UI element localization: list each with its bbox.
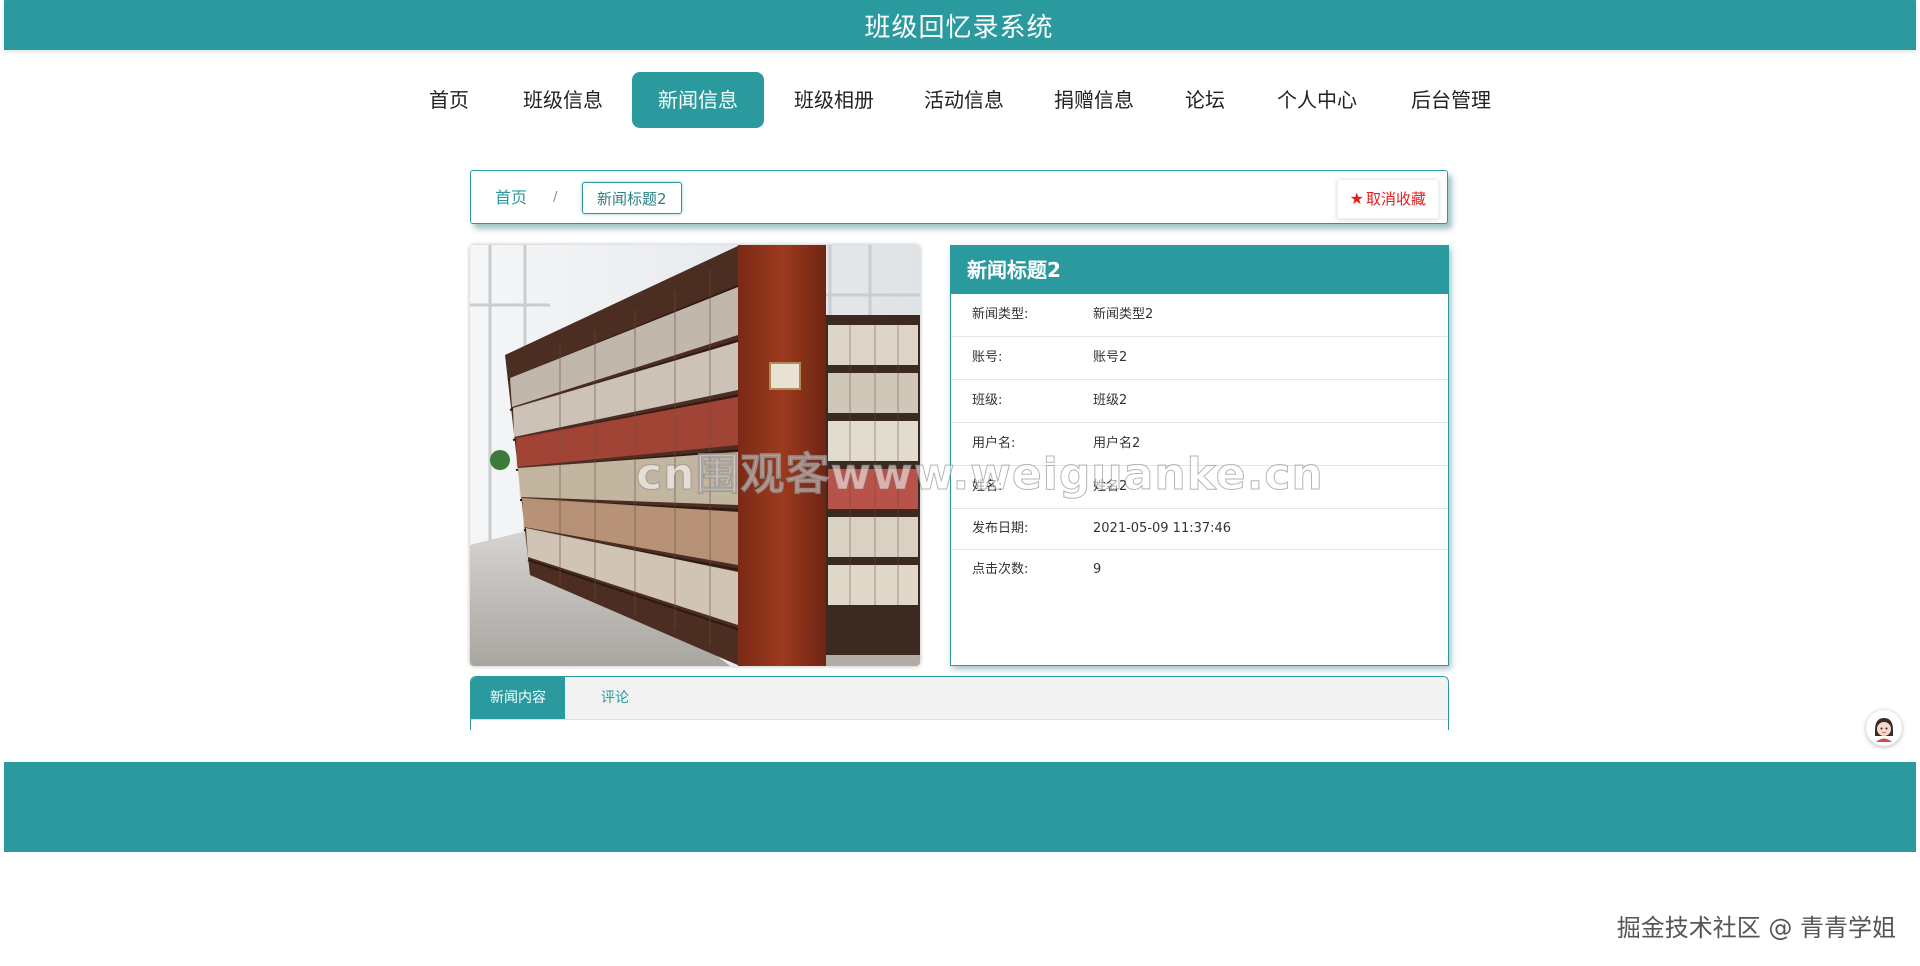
nav-item-class-info[interactable]: 班级信息 — [521, 72, 605, 128]
detail-row-account: 账号: 账号2 — [951, 337, 1448, 380]
nav-item-donation-info[interactable]: 捐赠信息 — [1052, 72, 1136, 128]
detail-label: 账号: — [972, 350, 1003, 365]
nav-item-admin[interactable]: 后台管理 — [1409, 72, 1493, 128]
detail-row-class: 班级: 班级2 — [951, 380, 1448, 423]
star-icon: ★ — [1349, 189, 1364, 208]
main-nav: 首页 班级信息 新闻信息 班级相册 活动信息 捐赠信息 论坛 个人中心 后台管理 — [0, 72, 1920, 128]
news-image — [470, 245, 920, 666]
detail-label: 发布日期: — [972, 521, 1029, 536]
detail-label: 姓名: — [972, 479, 1003, 494]
nav-item-home[interactable]: 首页 — [425, 72, 473, 128]
nav-item-forum[interactable]: 论坛 — [1181, 72, 1229, 128]
unfavorite-label: 取消收藏 — [1365, 190, 1426, 208]
detail-label: 点击次数: — [972, 562, 1029, 577]
news-detail-panel: 新闻标题2 新闻类型: 新闻类型2 账号: 账号2 班级: 班级2 用户名: 用… — [950, 245, 1449, 666]
top-header-bar: 班级回忆录系统 — [4, 0, 1916, 50]
breadcrumb: 首页 / 新闻标题2 ★ 取消收藏 — [470, 170, 1448, 224]
nav-item-activity-info[interactable]: 活动信息 — [922, 72, 1006, 128]
tab-news-content[interactable]: 新闻内容 — [471, 677, 565, 719]
detail-label: 新闻类型: — [972, 307, 1029, 322]
detail-value: 姓名2 — [1093, 479, 1128, 494]
tab-header: 新闻内容 评论 — [471, 677, 1448, 720]
content-tabs: 新闻内容 评论 — [470, 676, 1449, 730]
detail-row-username: 用户名: 用户名2 — [951, 423, 1448, 466]
avatar-icon — [1867, 711, 1901, 745]
breadcrumb-current: 新闻标题2 — [582, 182, 682, 214]
detail-value: 用户名2 — [1093, 436, 1141, 451]
nav-item-news-info[interactable]: 新闻信息 — [632, 72, 764, 128]
detail-value: 账号2 — [1093, 350, 1128, 365]
page: 班级回忆录系统 首页 班级信息 新闻信息 班级相册 活动信息 捐赠信息 论坛 个… — [0, 0, 1920, 966]
detail-value: 班级2 — [1093, 393, 1128, 408]
news-title: 新闻标题2 — [951, 246, 1448, 294]
detail-value: 新闻类型2 — [1093, 307, 1154, 322]
footer-band — [4, 762, 1916, 852]
floating-avatar-button[interactable] — [1866, 710, 1902, 746]
detail-row-publish-date: 发布日期: 2021-05-09 11:37:46 — [951, 509, 1448, 550]
detail-row-news-type: 新闻类型: 新闻类型2 — [951, 294, 1448, 337]
detail-value: 2021-05-09 11:37:46 — [1093, 521, 1232, 536]
nav-item-personal-center[interactable]: 个人中心 — [1275, 72, 1359, 128]
breadcrumb-home-link[interactable]: 首页 — [495, 171, 527, 225]
detail-label: 用户名: — [972, 436, 1016, 451]
detail-label: 班级: — [972, 393, 1003, 408]
site-title: 班级回忆录系统 — [864, 12, 1054, 43]
bottom-watermark: 掘金技术社区 @ 青青学姐 — [1616, 914, 1896, 942]
detail-value: 9 — [1093, 562, 1102, 577]
nav-item-class-album[interactable]: 班级相册 — [792, 72, 876, 128]
detail-row-name: 姓名: 姓名2 — [951, 466, 1448, 509]
detail-row-click-count: 点击次数: 9 — [951, 550, 1448, 590]
unfavorite-button[interactable]: ★ 取消收藏 — [1336, 179, 1439, 219]
breadcrumb-separator: / — [553, 190, 558, 205]
tab-comments[interactable]: 评论 — [575, 677, 655, 719]
